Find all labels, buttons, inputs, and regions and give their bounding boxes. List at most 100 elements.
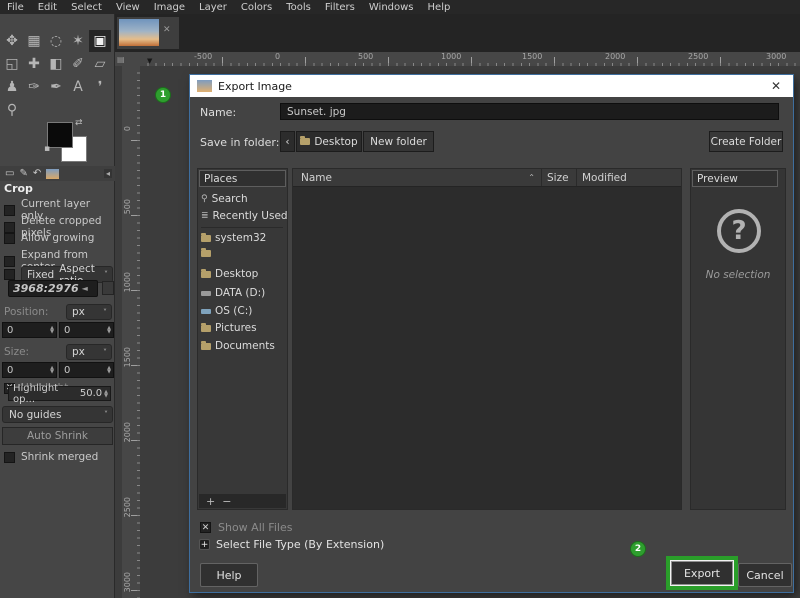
text-tool[interactable]: A (67, 76, 89, 98)
menu-image[interactable]: Image (147, 2, 192, 13)
tool-options-title: Crop (4, 182, 33, 195)
menu-colors[interactable]: Colors (234, 2, 279, 13)
unit-value: px (72, 346, 85, 358)
heal-tool[interactable]: ✚ (23, 53, 45, 75)
menu-layer[interactable]: Layer (192, 2, 234, 13)
move-tool[interactable]: ✥ (1, 30, 23, 52)
breadcrumb-new-folder-button[interactable]: New folder (363, 131, 434, 152)
filename-input[interactable]: Sunset. jpg (280, 103, 779, 120)
file-type-expander[interactable]: + Select File Type (By Extension) (199, 538, 384, 551)
add-bookmark-button[interactable]: + (206, 495, 215, 508)
menu-edit[interactable]: Edit (31, 2, 64, 13)
foreground-color-swatch[interactable] (47, 122, 73, 148)
places-item-unnamed[interactable] (201, 250, 215, 257)
aspect-ratio-value: 3968:2976 (9, 282, 79, 295)
places-item-data-drive[interactable]: DATA (D:) (201, 287, 265, 299)
eraser-tool[interactable]: ▱ (89, 53, 111, 75)
auto-shrink-button[interactable]: Auto Shrink (2, 427, 113, 445)
delete-cropped-pixels-checkbox[interactable] (4, 222, 15, 233)
menu-windows[interactable]: Windows (362, 2, 421, 13)
ruler-label: 1000 (123, 272, 132, 292)
auto-shrink-label: Auto Shrink (27, 430, 88, 442)
menu-file[interactable]: File (0, 2, 31, 13)
ratio-clear-icon[interactable]: ◄ (82, 284, 88, 293)
image-tab-thumbnail (119, 19, 159, 46)
places-item-desktop[interactable]: Desktop (201, 268, 258, 280)
show-all-files-checkbox[interactable]: ✕ (200, 522, 211, 533)
expand-from-center-checkbox[interactable] (4, 256, 15, 267)
remove-bookmark-button[interactable]: − (222, 495, 231, 508)
paintbrush-tool[interactable]: ✐ (67, 53, 89, 75)
bucket-fill-tool[interactable]: ◧ (45, 53, 67, 75)
annotation-highlight-box: Export (666, 556, 738, 590)
column-header-modified[interactable]: Modified (576, 169, 681, 186)
highlight-opacity-slider[interactable]: Highlight op... 50.0 ▲▼ (8, 386, 111, 401)
drive-icon (201, 309, 211, 314)
dock-collapse-icon[interactable]: ◂ (104, 169, 112, 178)
menu-filters[interactable]: Filters (318, 2, 362, 13)
column-header-name[interactable]: Name ⌃ (293, 172, 541, 184)
folder-icon (201, 325, 211, 332)
breadcrumb-back-button[interactable]: ‹ (280, 131, 295, 152)
places-item-documents[interactable]: Documents (201, 340, 275, 352)
swap-colors-icon[interactable]: ⇄ (75, 118, 83, 128)
zoom-tool[interactable]: ⚲ (1, 99, 23, 121)
menu-view[interactable]: View (109, 2, 147, 13)
crop-tool[interactable]: ▣ (89, 30, 111, 52)
places-item-system32[interactable]: system32 (201, 232, 266, 244)
dialog-icon (197, 80, 212, 92)
places-item-pictures[interactable]: Pictures (201, 322, 257, 334)
image-tab-close-icon[interactable]: ✕ (163, 25, 171, 35)
tool-options-tab-icon[interactable]: ▭ (5, 168, 14, 179)
ruler-label: 0 (275, 52, 280, 61)
places-item-search[interactable]: ⚲ Search (201, 193, 248, 205)
position-y-spinner[interactable]: 0 ▲▼ (59, 322, 114, 338)
column-header-size[interactable]: Size (541, 169, 576, 186)
fixed-checkbox[interactable] (4, 269, 15, 280)
create-folder-button[interactable]: Create Folder (709, 131, 783, 152)
menu-tools[interactable]: Tools (279, 2, 318, 13)
file-list[interactable]: Name ⌃ Size Modified (292, 168, 682, 510)
position-x-spinner[interactable]: 0 ▲▼ (2, 322, 57, 338)
transform-tool[interactable]: ◱ (1, 53, 23, 75)
breadcrumb-desktop-button[interactable]: Desktop (296, 131, 362, 152)
places-header: Places (199, 170, 286, 187)
menu-bar: File Edit Select View Image Layer Colors… (0, 0, 800, 14)
paths-tool[interactable]: ✒ (45, 76, 67, 98)
device-status-tab-icon[interactable]: ✎ (19, 168, 27, 179)
aspect-ratio-field[interactable]: 3968:2976 ◄ (8, 280, 98, 297)
preview-panel: Preview ? No selection (690, 168, 786, 510)
dialog-title-bar[interactable]: Export Image ✕ (190, 75, 793, 97)
free-select-tool[interactable]: ◌ (45, 30, 67, 52)
cancel-button[interactable]: Cancel (738, 563, 792, 587)
menu-help[interactable]: Help (421, 2, 458, 13)
rectangle-select-tool[interactable]: ▦ (23, 30, 45, 52)
shrink-merged-checkbox[interactable] (4, 452, 15, 463)
image-thumbnail-tab-icon[interactable] (46, 169, 59, 179)
fuzzy-select-tool[interactable]: ✶ (67, 30, 89, 52)
size-unit-dropdown[interactable]: px ˅ (66, 344, 112, 360)
size-height-spinner[interactable]: 0 ▲▼ (59, 362, 114, 378)
smudge-tool[interactable]: ✑ (23, 76, 45, 98)
undo-history-tab-icon[interactable]: ↶ (33, 168, 41, 179)
places-panel: Places ⚲ Search ≣ Recently Used system32… (197, 168, 288, 510)
places-item-os-drive[interactable]: OS (C:) (201, 305, 252, 317)
size-width-spinner[interactable]: 0 ▲▼ (2, 362, 57, 378)
close-icon[interactable]: ✕ (771, 79, 781, 93)
help-button[interactable]: Help (200, 563, 258, 587)
color-picker-tool[interactable]: ❜ (89, 76, 111, 98)
option-allow-growing[interactable]: Allow growing (4, 232, 94, 244)
ruler-corner[interactable]: ▤ (115, 52, 140, 66)
position-unit-dropdown[interactable]: px ˅ (66, 304, 112, 320)
default-colors-icon[interactable]: ▪ (44, 144, 50, 154)
guides-dropdown[interactable]: No guides ˅ (2, 406, 113, 423)
image-tab[interactable]: ✕ (117, 17, 179, 49)
size-row: Size: px ˅ (4, 344, 112, 360)
clone-tool[interactable]: ♟ (1, 76, 23, 98)
current-layer-only-checkbox[interactable] (4, 205, 15, 216)
allow-growing-checkbox[interactable] (4, 233, 15, 244)
export-button[interactable]: Export (671, 561, 733, 585)
menu-select[interactable]: Select (64, 2, 109, 13)
places-item-recently-used[interactable]: ≣ Recently Used (201, 210, 288, 222)
option-shrink-merged: Shrink merged (4, 451, 98, 463)
